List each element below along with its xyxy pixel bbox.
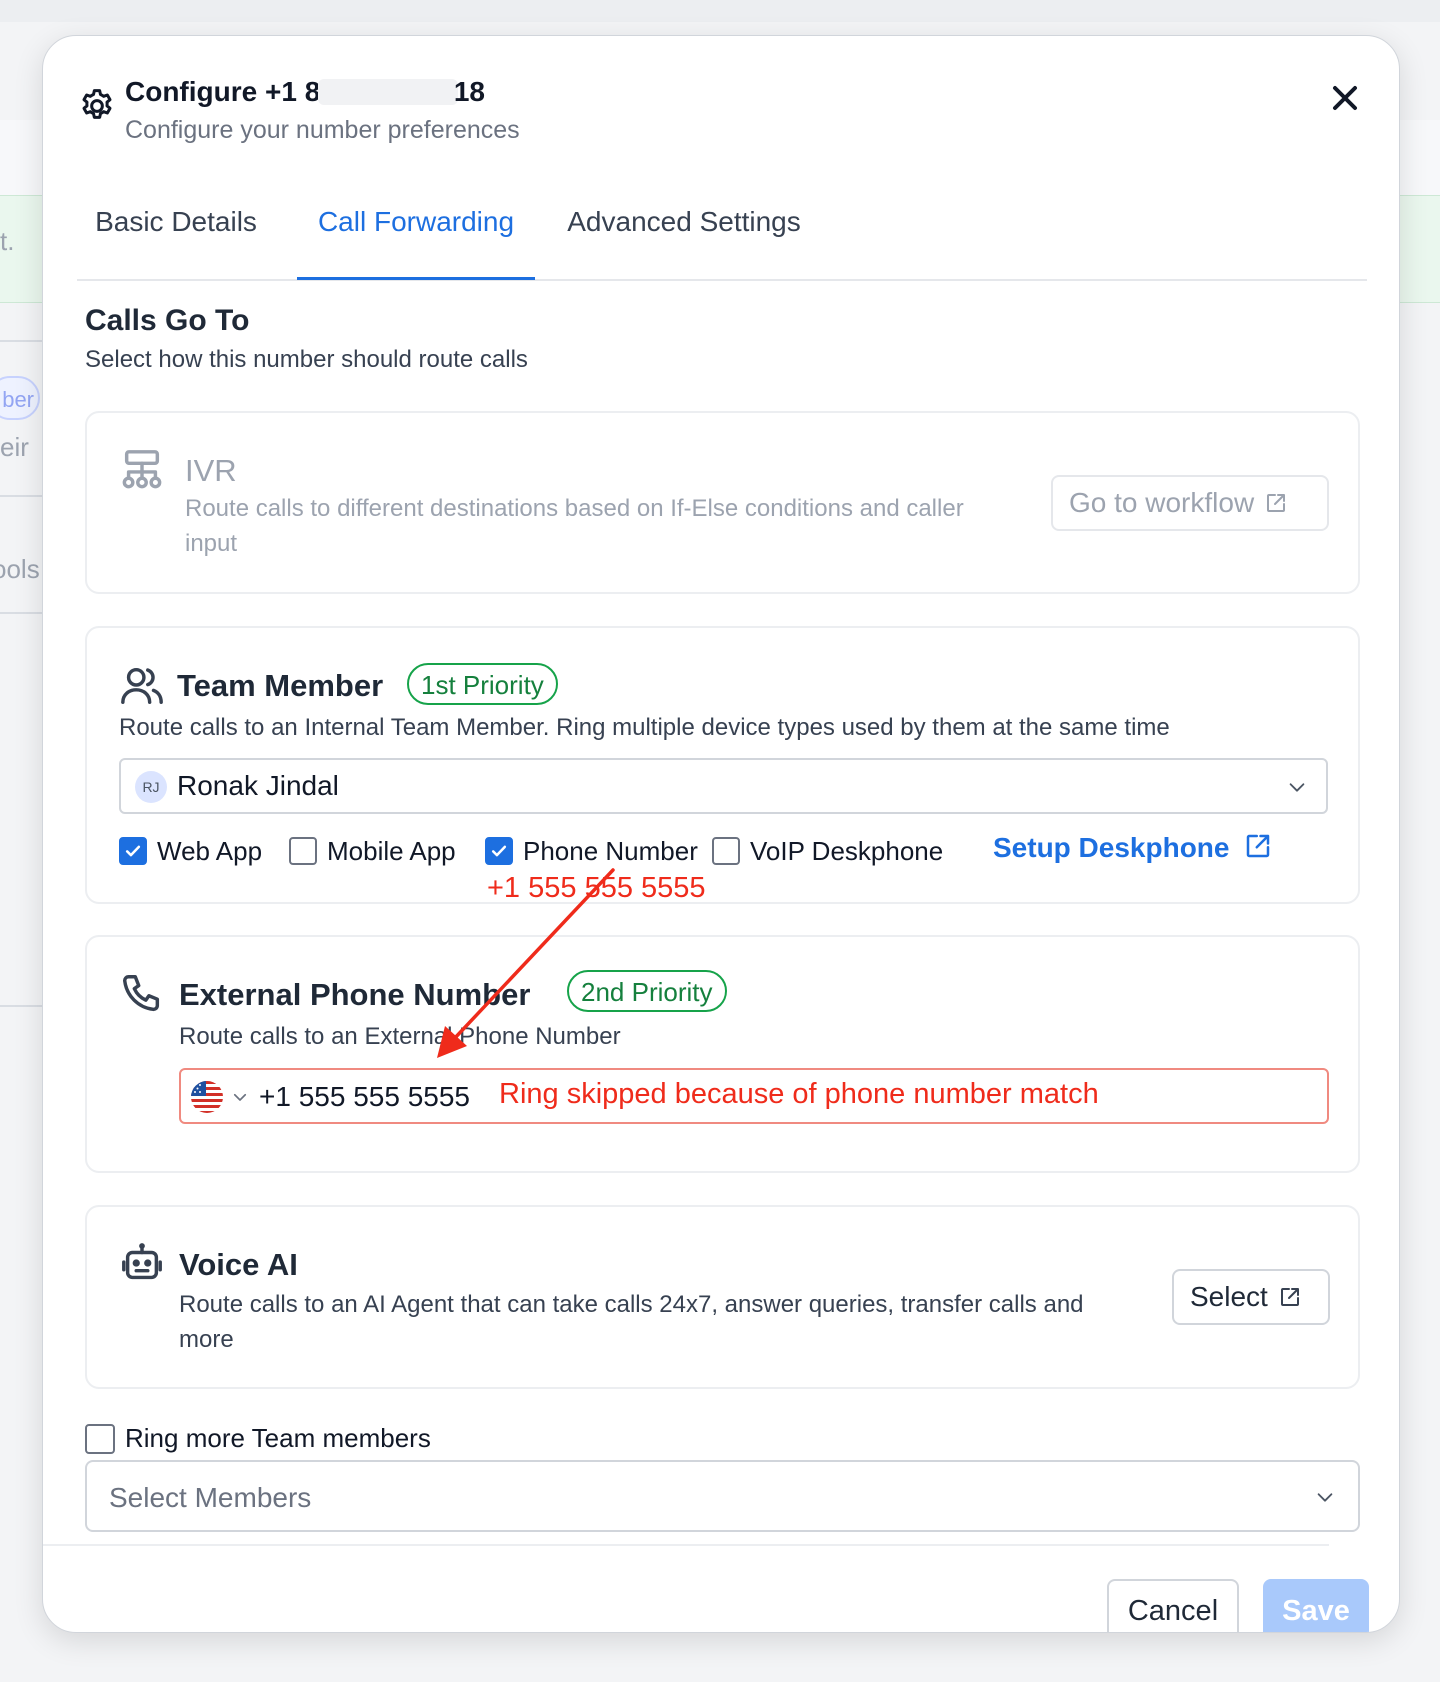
device-mobile-app-checkbox[interactable]: Mobile App — [289, 834, 456, 868]
external-link-icon — [1280, 1288, 1299, 1306]
external-phone-option-card[interactable]: External Phone Number 2nd Priority Route… — [85, 935, 1360, 1173]
cancel-button[interactable]: Cancel — [1107, 1579, 1239, 1632]
device-label: Phone Number — [523, 835, 698, 866]
gear-icon — [82, 89, 112, 119]
phone-error-message: Ring skipped because of phone number mat… — [499, 1078, 1099, 1110]
ring-more-members-checkbox[interactable]: Ring more Team members — [85, 1423, 431, 1454]
device-phone-number-checkbox[interactable]: Phone Number — [485, 834, 698, 868]
ring-more-label: Ring more Team members — [125, 1423, 431, 1453]
checkbox-checked[interactable] — [119, 837, 147, 865]
team-member-description: Route calls to an Internal Team Member. … — [119, 714, 1170, 741]
robot-icon — [122, 1243, 162, 1280]
background-text: ools — [0, 554, 40, 584]
configure-number-modal: Configure +1 88 18 Configure your number … — [42, 35, 1400, 1633]
external-phone-input[interactable] — [259, 1077, 485, 1117]
ivr-title: IVR — [185, 453, 237, 488]
external-link-icon — [1247, 834, 1270, 858]
title-suffix: 18 — [453, 76, 485, 107]
phone-icon — [123, 975, 160, 1012]
ivr-description: Route calls to different destinations ba… — [185, 495, 964, 557]
chevron-down-icon — [1317, 1493, 1333, 1502]
select-label: Select — [1190, 1281, 1268, 1312]
save-button[interactable]: Save — [1263, 1579, 1369, 1632]
tab-basic-details[interactable]: Basic Details — [77, 191, 275, 277]
select-members-dropdown[interactable]: Select Members — [85, 1460, 1360, 1532]
users-icon — [121, 667, 163, 704]
device-label: VoIP Deskphone — [750, 835, 944, 866]
avatar: RJ — [135, 771, 167, 803]
voice-ai-title: Voice AI — [179, 1247, 298, 1282]
setup-deskphone-label: Setup Deskphone — [993, 832, 1230, 863]
footer-divider — [43, 1544, 1329, 1546]
checkbox-unchecked[interactable] — [289, 837, 317, 865]
external-phone-field[interactable]: Ring skipped because of phone number mat… — [179, 1068, 1329, 1124]
close-icon[interactable] — [1325, 78, 1365, 118]
chevron-down-icon[interactable] — [231, 1088, 249, 1106]
check-icon — [125, 845, 141, 857]
go-to-workflow-button[interactable]: Go to workflow — [1051, 475, 1329, 531]
title-prefix: Configure +1 88 — [125, 76, 336, 107]
ivr-option-card[interactable]: IVR Route calls to different destination… — [85, 411, 1360, 594]
selected-member-name: Ronak Jindal — [177, 770, 339, 801]
team-member-select[interactable]: RJ Ronak Jindal — [119, 758, 1328, 814]
priority-badge: 1st Priority — [407, 663, 558, 705]
select-members-placeholder: Select Members — [109, 1482, 312, 1513]
priority-badge: 2nd Priority — [567, 970, 727, 1012]
background-pill: ber — [0, 376, 40, 420]
device-label: Web App — [157, 835, 263, 866]
modal-title: Configure +1 88 18 — [125, 76, 485, 108]
device-label: Mobile App — [327, 835, 456, 866]
voice-ai-description: Route calls to an AI Agent that can take… — [179, 1291, 1084, 1353]
checkbox-unchecked[interactable] — [712, 837, 740, 865]
team-member-title: Team Member — [177, 668, 384, 703]
chevron-down-icon — [1289, 783, 1305, 792]
checkbox-unchecked[interactable] — [85, 1423, 115, 1454]
redacted-number-mask — [317, 79, 458, 105]
tab-bar: Basic Details Call Forwarding Advanced S… — [77, 191, 1367, 281]
modal-subtitle: Configure your number preferences — [125, 116, 520, 144]
setup-deskphone-link[interactable]: Setup Deskphone — [993, 831, 1273, 864]
device-voip-deskphone-checkbox[interactable]: VoIP Deskphone — [712, 834, 943, 868]
external-link-icon — [1267, 494, 1286, 512]
background-text: t. — [0, 226, 15, 256]
go-to-workflow-label: Go to workflow — [1069, 487, 1255, 518]
ivr-flow-icon — [122, 450, 162, 489]
section-subtitle: Select how this number should route call… — [85, 346, 528, 373]
tab-advanced-settings[interactable]: Advanced Settings — [555, 191, 813, 277]
us-flag-icon[interactable] — [191, 1081, 223, 1113]
phone-number-annotation: +1 555 555 5555 — [487, 872, 706, 904]
checkbox-checked[interactable] — [485, 837, 513, 865]
external-phone-title: External Phone Number — [179, 977, 531, 1012]
external-phone-description: Route calls to an External Phone Number — [179, 1023, 621, 1050]
device-web-app-checkbox[interactable]: Web App — [119, 834, 262, 868]
tab-call-forwarding[interactable]: Call Forwarding — [297, 191, 535, 280]
check-icon — [491, 845, 507, 857]
voice-ai-select-button[interactable]: Select — [1172, 1269, 1330, 1325]
section-title: Calls Go To — [85, 304, 250, 337]
voice-ai-option-card[interactable]: Voice AI Route calls to an AI Agent that… — [85, 1205, 1360, 1389]
background-text: eir — [0, 432, 29, 462]
team-member-option-card[interactable]: Team Member 1st Priority Route calls to … — [85, 626, 1360, 904]
